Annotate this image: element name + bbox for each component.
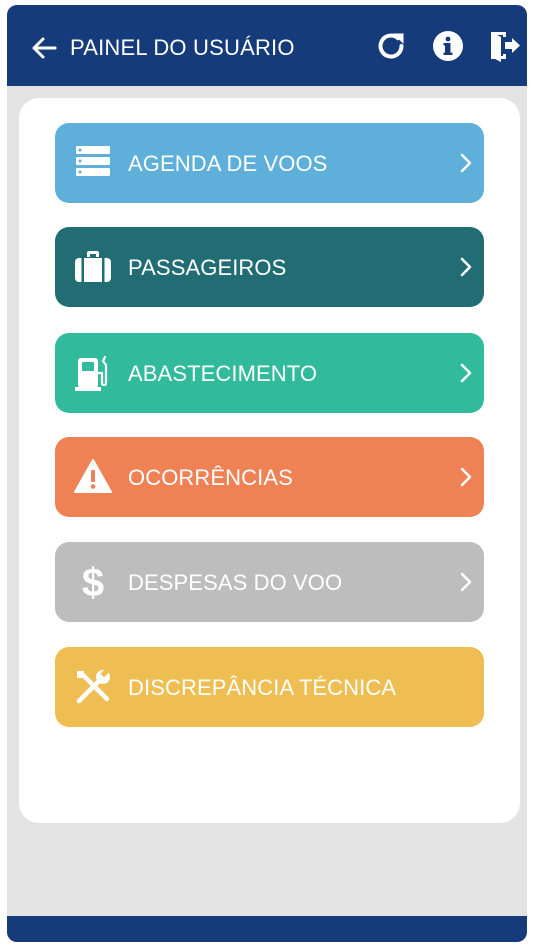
menu-item-agenda-de-voos[interactable]: AGENDA DE VOOS bbox=[55, 123, 484, 203]
svg-text:$: $ bbox=[82, 562, 104, 602]
menu-item-label: PASSAGEIROS bbox=[128, 255, 287, 280]
menu-item-label: ABASTECIMENTO bbox=[128, 361, 318, 386]
dollar-icon: $ bbox=[82, 562, 104, 602]
app-screen: PAINEL DO USUÁRIO AGENDA DE VOOS PASSAGE… bbox=[7, 5, 527, 942]
briefcase-icon bbox=[75, 251, 111, 282]
menu-item-label: AGENDA DE VOOS bbox=[128, 151, 328, 176]
bottom-bar bbox=[7, 916, 527, 942]
chevron-right-icon bbox=[460, 363, 472, 383]
menu-item-abastecimento[interactable]: ABASTECIMENTO bbox=[55, 333, 484, 413]
arrow-left-icon[interactable] bbox=[30, 34, 58, 62]
warning-icon bbox=[74, 459, 112, 493]
menu-item-ocorrencias[interactable]: OCORRÊNCIAS bbox=[55, 437, 484, 517]
tools-icon bbox=[76, 668, 110, 704]
chevron-right-icon bbox=[460, 467, 472, 487]
info-icon[interactable] bbox=[431, 29, 465, 63]
menu-item-label: DESPESAS DO VOO bbox=[128, 570, 343, 595]
menu-card: AGENDA DE VOOS PASSAGEIROS ABASTECIMENTO… bbox=[19, 98, 520, 823]
page-title: PAINEL DO USUÁRIO bbox=[70, 35, 295, 60]
menu-item-despesas-do-voo[interactable]: $ DESPESAS DO VOO bbox=[55, 542, 484, 622]
menu-item-discrepancia-tecnica[interactable]: DISCREPÂNCIA TÉCNICA bbox=[55, 647, 484, 727]
top-bar: PAINEL DO USUÁRIO bbox=[7, 5, 527, 86]
chevron-right-icon bbox=[460, 153, 472, 173]
fuel-pump-icon bbox=[75, 355, 108, 391]
logout-icon[interactable] bbox=[488, 29, 522, 63]
menu-item-passageiros[interactable]: PASSAGEIROS bbox=[55, 227, 484, 307]
list-icon bbox=[76, 146, 110, 176]
chevron-right-icon bbox=[460, 572, 472, 592]
chevron-right-icon bbox=[460, 257, 472, 277]
menu-item-label: OCORRÊNCIAS bbox=[128, 465, 293, 490]
refresh-icon[interactable] bbox=[374, 29, 408, 63]
menu-item-label: DISCREPÂNCIA TÉCNICA bbox=[128, 675, 397, 700]
